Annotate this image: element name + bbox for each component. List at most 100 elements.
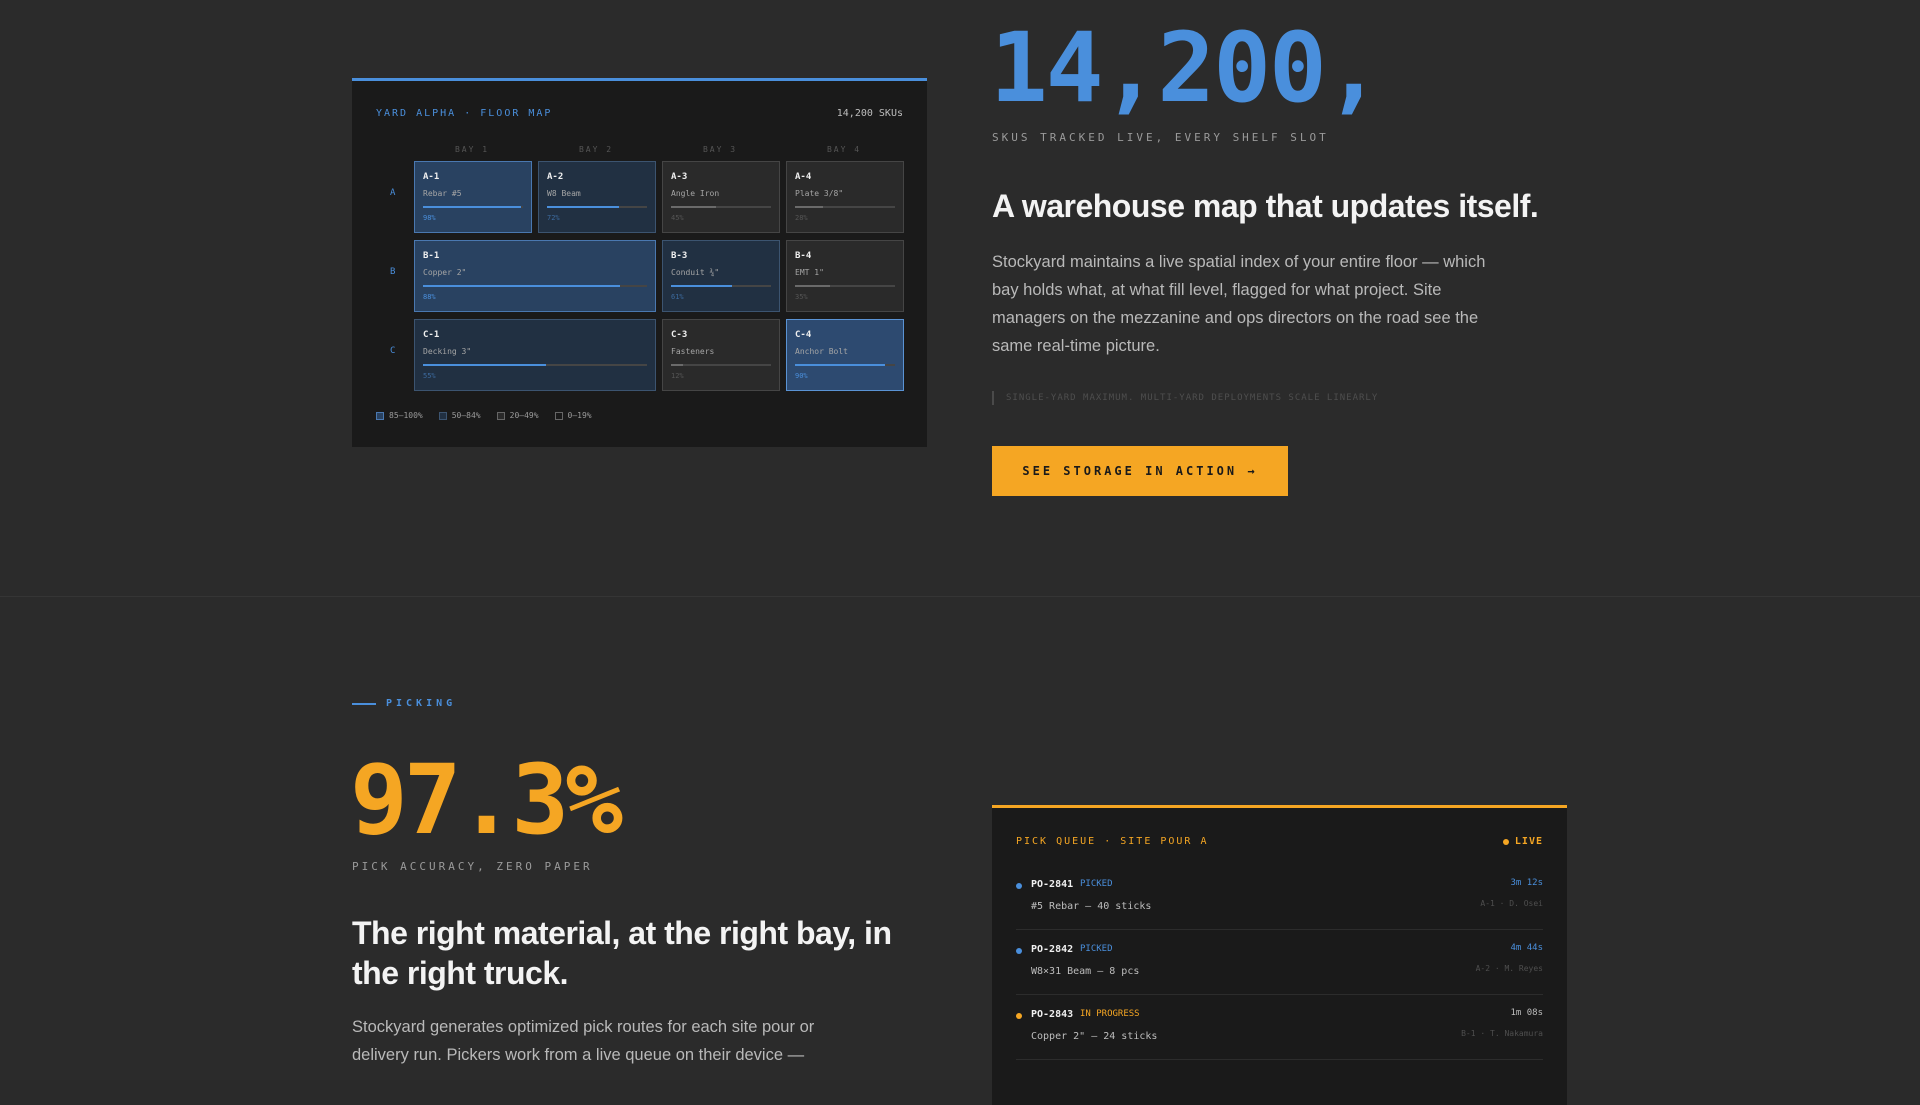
live-dot-icon xyxy=(1502,838,1509,845)
pick-queue-card: PICK QUEUE · SITE POUR A LIVE PO-2841 PI… xyxy=(992,805,1567,1105)
pick-accuracy-caption: PICK ACCURACY, ZERO PAPER xyxy=(352,860,593,873)
sku-count-stat: 14,200, xyxy=(990,12,1383,124)
map-cell[interactable]: A-3 Angle Iron 45% xyxy=(662,161,780,233)
sku-count-caption: SKUS TRACKED LIVE, EVERY SHELF SLOT xyxy=(992,131,1329,144)
order-id: PO-2843 xyxy=(1031,1009,1074,1020)
bay-label: BAY 4 xyxy=(826,145,862,154)
legend-label: 20–49% xyxy=(509,411,539,420)
map-cell[interactable]: B-1 Copper 2" 88% xyxy=(414,240,656,312)
picking-eyebrow: PICKING xyxy=(352,698,456,709)
order-location: A-2 · M. Reyes xyxy=(1475,964,1543,973)
legend-swatch xyxy=(438,411,447,420)
fill-legend: 85–100% 50–84% 20–49% 0–19% xyxy=(376,411,592,420)
map-cell[interactable]: A-1 Rebar #5 98% xyxy=(414,161,532,233)
fill-bar xyxy=(795,364,895,366)
row-label: C xyxy=(390,346,396,356)
cell-item: Copper 2" xyxy=(423,268,467,277)
legend-swatch xyxy=(554,411,563,420)
order-desc: #5 Rebar — 40 sticks xyxy=(1031,901,1152,912)
queue-row[interactable]: PO-2842 PICKED W8×31 Beam — 8 pcs 4m 44s… xyxy=(1016,929,1543,995)
cell-pct: 12% xyxy=(671,372,684,380)
legend-item: 85–100% xyxy=(376,411,423,420)
cell-id: A-3 xyxy=(671,172,688,182)
cell-pct: 61% xyxy=(671,293,684,301)
map-cell[interactable]: B-3 Conduit ¾" 61% xyxy=(662,240,780,312)
row-label: B xyxy=(390,267,396,277)
map-cell[interactable]: C-1 Decking 3" 55% xyxy=(414,319,656,391)
pick-queue-title: PICK QUEUE · SITE POUR A xyxy=(1016,836,1209,847)
legend-label: 85–100% xyxy=(389,411,423,420)
queue-row[interactable]: PO-2841 PICKED #5 Rebar — 40 sticks 3m 1… xyxy=(1016,864,1543,930)
fill-bar xyxy=(795,206,895,208)
cell-id: A-4 xyxy=(795,172,812,182)
floor-map-card: YARD ALPHA · FLOOR MAP 14,200 SKUs BAY 1… xyxy=(352,78,927,447)
storage-footnote: SINGLE-YARD MAXIMUM. MULTI-YARD DEPLOYME… xyxy=(992,391,1378,405)
map-cell[interactable]: A-2 W8 Beam 72% xyxy=(538,161,656,233)
fill-bar xyxy=(671,285,771,287)
queue-row[interactable]: PO-2843 IN PROGRESS Copper 2" — 24 stick… xyxy=(1016,994,1543,1060)
cell-item: Plate 3/8" xyxy=(795,189,844,198)
cell-item: Rebar #5 xyxy=(423,189,462,198)
cell-pct: 72% xyxy=(547,214,560,222)
fill-bar xyxy=(423,364,647,366)
cell-item: Angle Iron xyxy=(671,189,720,198)
cell-pct: 88% xyxy=(423,293,436,301)
fill-bar-level xyxy=(423,206,521,208)
storage-body: Stockyard maintains a live spatial index… xyxy=(992,253,1486,355)
storage-section xyxy=(0,0,1920,596)
fill-bar xyxy=(795,285,895,287)
picking-body: Stockyard generates optimized pick route… xyxy=(352,1018,815,1064)
cell-id: C-3 xyxy=(671,330,688,340)
fill-bar-level xyxy=(671,364,683,366)
cell-item: W8 Beam xyxy=(547,189,581,198)
cell-item: Decking 3" xyxy=(423,347,472,356)
map-cell[interactable]: B-4 EMT 1" 35% xyxy=(786,240,904,312)
cell-id: B-1 xyxy=(423,251,440,261)
cell-id: C-1 xyxy=(423,330,440,340)
fill-bar xyxy=(671,364,771,366)
order-status: IN PROGRESS xyxy=(1080,1009,1140,1019)
cell-item: Conduit ¾" xyxy=(671,268,720,277)
legend-item: 50–84% xyxy=(438,411,481,420)
fill-bar-level xyxy=(423,364,547,366)
legend-label: 50–84% xyxy=(451,411,481,420)
see-storage-button[interactable]: SEE STORAGE IN ACTION → xyxy=(992,446,1288,496)
picking-heading: The right material, at the right bay, in… xyxy=(352,915,892,991)
cell-item: Anchor Bolt xyxy=(795,347,848,356)
eyebrow-label: PICKING xyxy=(386,698,457,709)
fill-bar-level xyxy=(795,285,830,287)
status-dot-icon xyxy=(1016,883,1022,889)
legend-item: 0–19% xyxy=(554,411,592,420)
bay-label: BAY 1 xyxy=(454,145,490,154)
order-status: PICKED xyxy=(1080,944,1113,954)
cell-id: A-1 xyxy=(423,172,440,182)
order-id: PO-2842 xyxy=(1031,944,1074,955)
status-dot-icon xyxy=(1016,1013,1022,1019)
cell-pct: 90% xyxy=(795,372,808,380)
pick-accuracy-stat: 97.3% xyxy=(350,744,623,856)
order-location: A-1 · D. Osei xyxy=(1480,899,1543,908)
order-location: B-1 · T. Nakamura xyxy=(1461,1029,1543,1038)
legend-swatch xyxy=(376,411,384,420)
cell-pct: 98% xyxy=(423,214,436,222)
fill-bar xyxy=(671,206,771,208)
fill-bar xyxy=(423,285,647,287)
map-cell[interactable]: A-4 Plate 3/8" 28% xyxy=(786,161,904,233)
fill-bar-level xyxy=(795,364,885,366)
order-time: 4m 44s xyxy=(1510,943,1543,953)
fill-bar-level xyxy=(671,206,716,208)
cell-id: B-4 xyxy=(795,251,812,261)
cell-id: C-4 xyxy=(795,330,812,340)
legend-label: 0–19% xyxy=(567,411,592,420)
map-cell[interactable]: C-4 Anchor Bolt 90% xyxy=(786,319,904,391)
cell-item: EMT 1" xyxy=(795,268,824,277)
storage-heading: A warehouse map that updates itself. xyxy=(992,188,1539,224)
map-cell[interactable]: C-3 Fasteners 12% xyxy=(662,319,780,391)
order-time: 3m 12s xyxy=(1510,878,1543,888)
fill-bar-level xyxy=(795,206,823,208)
status-dot-icon xyxy=(1016,948,1022,954)
legend-item: 20–49% xyxy=(496,411,539,420)
fill-bar-level xyxy=(671,285,732,287)
picking-section xyxy=(0,597,1920,1080)
live-indicator: LIVE xyxy=(1502,836,1543,847)
